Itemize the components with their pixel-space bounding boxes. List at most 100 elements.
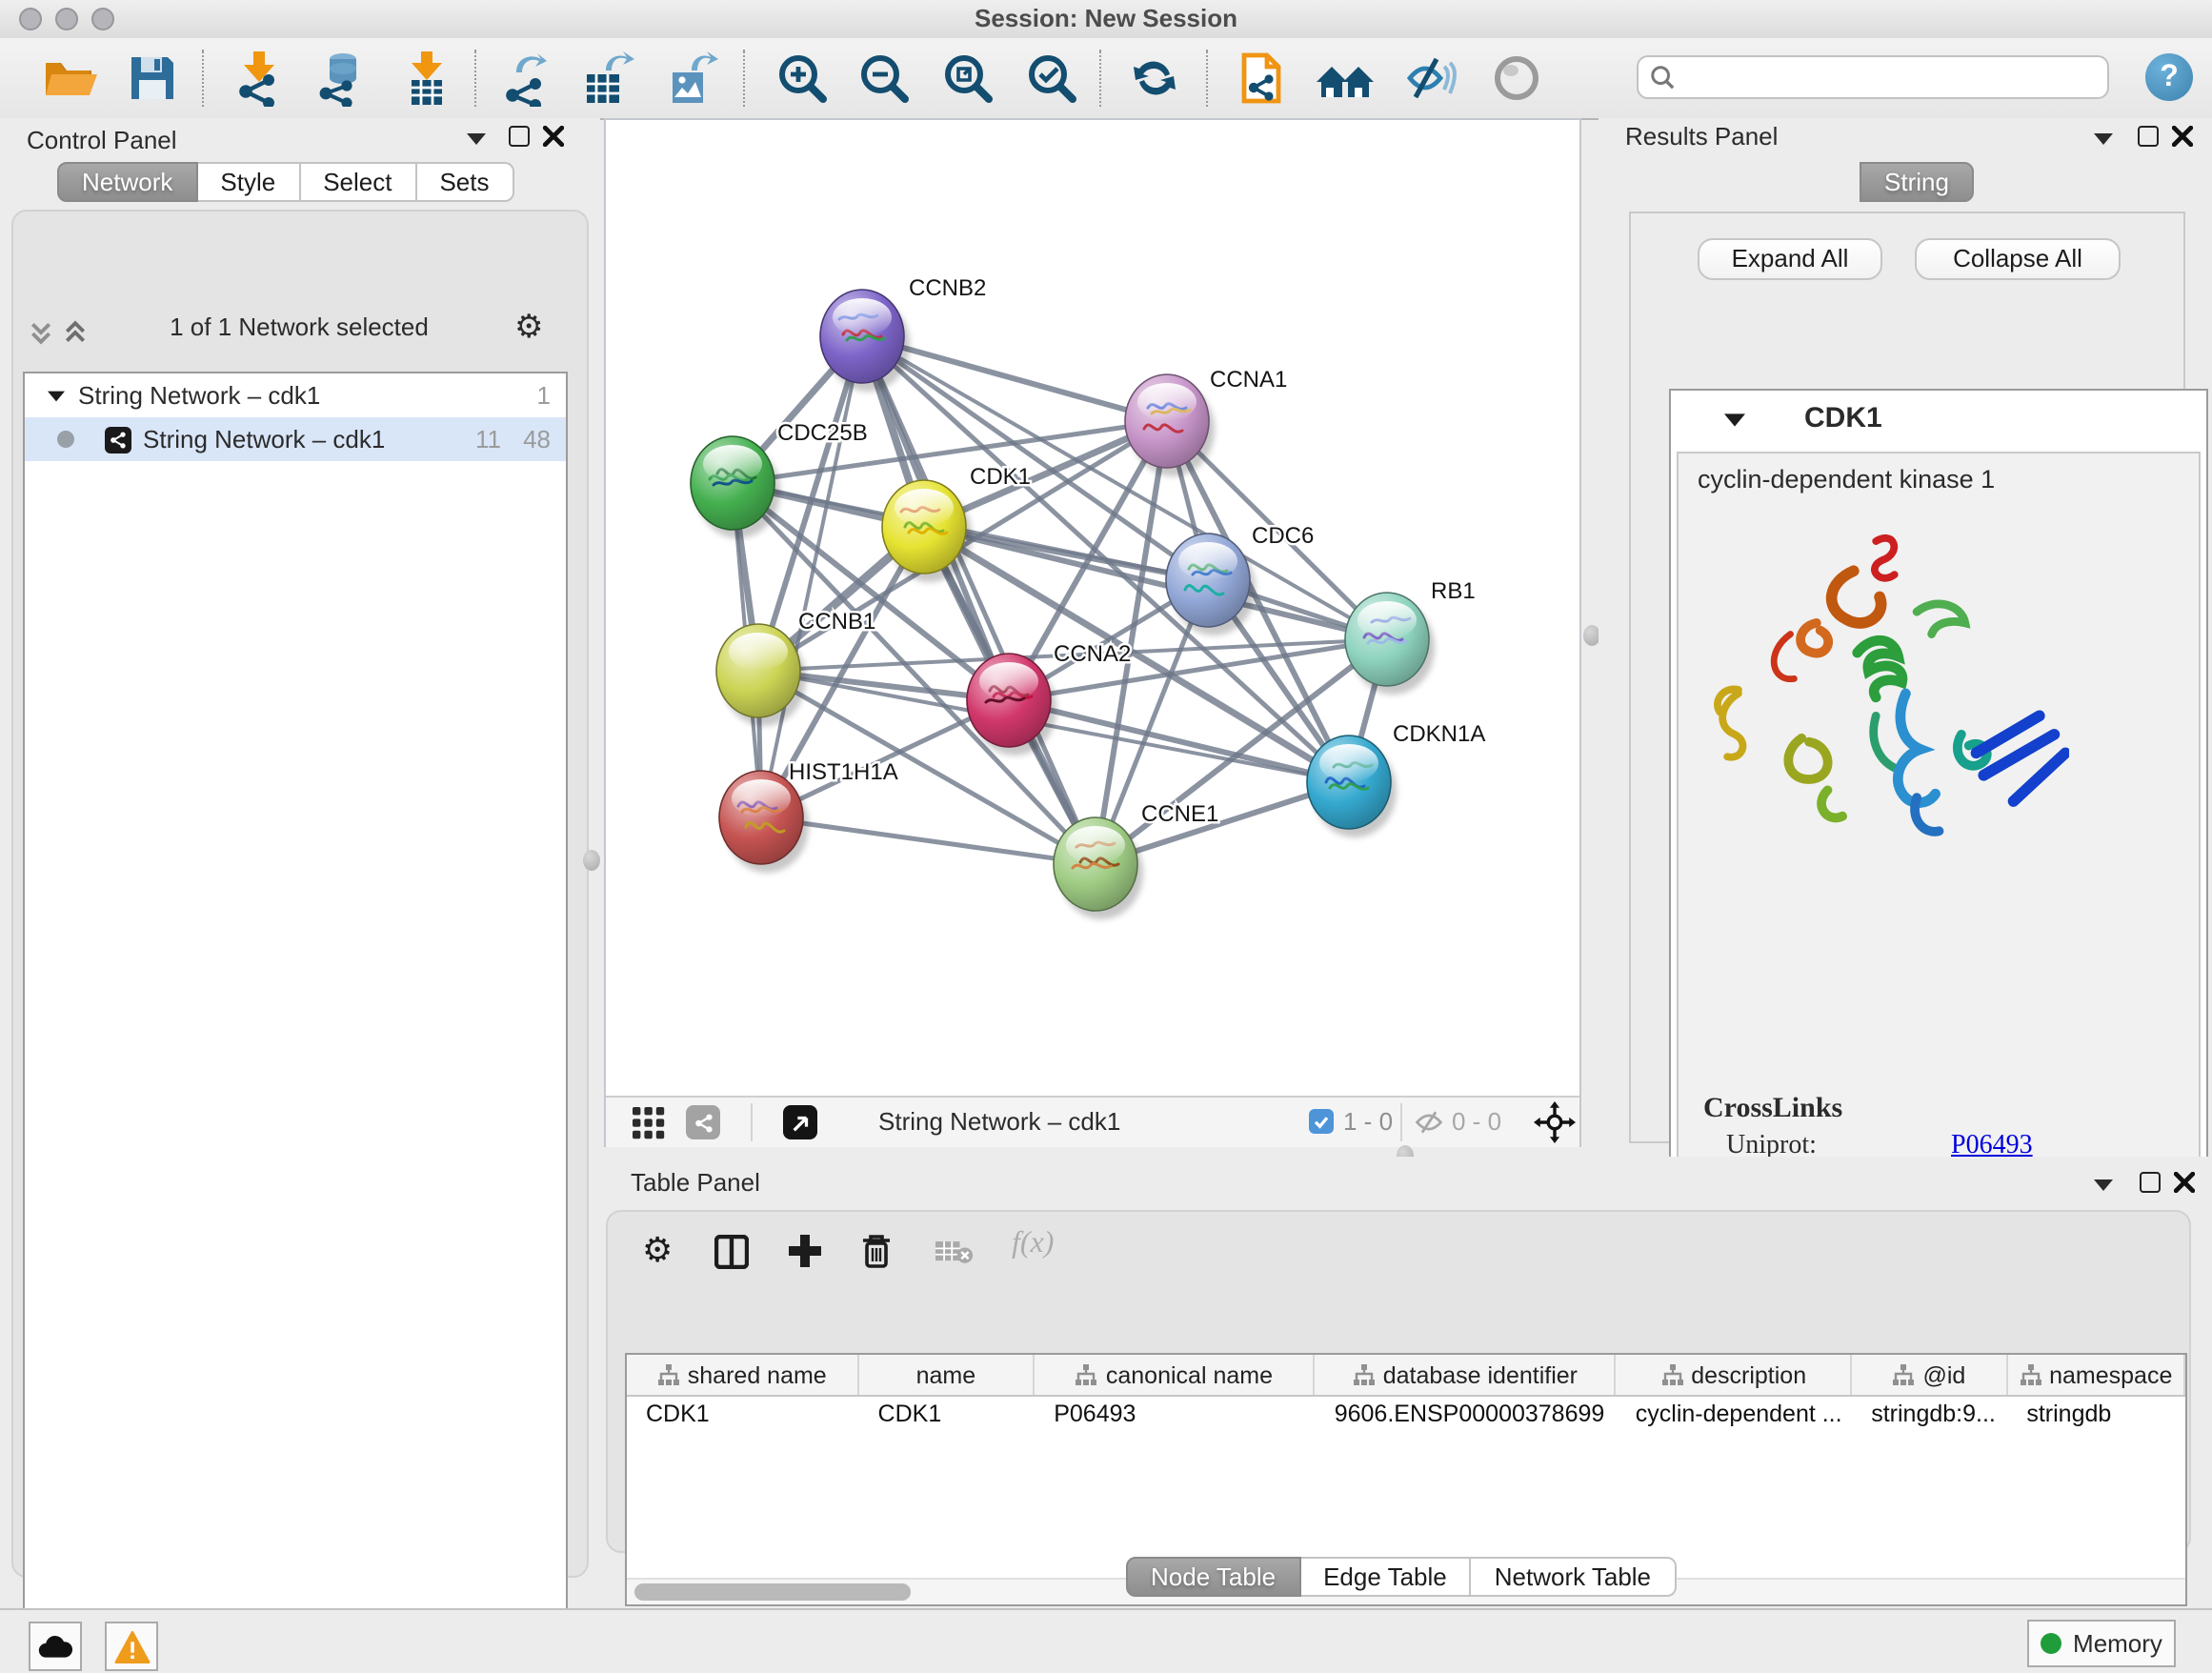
window-title: Session: New Session <box>0 0 2212 38</box>
import-network-file-button[interactable] <box>227 46 292 111</box>
memory-button[interactable]: Memory <box>2027 1620 2176 1667</box>
network-collection-row[interactable]: String Network – cdk1 1 <box>25 373 566 417</box>
expand-all-icon[interactable] <box>63 320 88 345</box>
entry-body: cyclin-dependent kinase 1 <box>1677 452 2201 1185</box>
fit-crosshair-icon[interactable] <box>1534 1101 1576 1143</box>
float-panel-icon[interactable] <box>2140 1172 2161 1193</box>
column-header-namespace[interactable]: namespace <box>2007 1355 2185 1395</box>
network-node-CDK1[interactable]: CDK1 <box>882 464 1031 582</box>
table-row[interactable]: CDK1CDK1P064939606.ENSP00000378699cyclin… <box>627 1395 2185 1433</box>
tab-string[interactable]: String <box>1860 162 1974 202</box>
export-table-button[interactable] <box>575 46 640 111</box>
import-network-database-button[interactable] <box>309 46 373 111</box>
function-builder-icon: f(x) <box>1012 1227 1054 1261</box>
close-panel-icon[interactable] <box>2172 126 2193 147</box>
network-options-gear-icon[interactable]: ⚙ <box>514 309 544 347</box>
column-header-shared-name[interactable]: shared name <box>627 1355 859 1395</box>
import-table-icon <box>398 50 455 107</box>
tab-node-table[interactable]: Node Table <box>1126 1557 1300 1597</box>
network-edge-CCNB2-HIST1H1A[interactable] <box>761 336 862 817</box>
export-image-button[interactable] <box>659 46 724 111</box>
control-panel: Control Panel Network Style Select Sets … <box>0 118 600 1608</box>
view-title: String Network – cdk1 <box>878 1107 1120 1136</box>
column-header-name[interactable]: name <box>859 1355 1036 1395</box>
left-splitter-handle[interactable] <box>583 850 600 871</box>
expand-all-button[interactable]: Expand All <box>1698 238 1882 280</box>
open-session-button[interactable] <box>36 46 101 111</box>
network-node-CCNE1[interactable]: CCNE1 <box>1054 801 1218 919</box>
tab-style[interactable]: Style <box>197 162 300 202</box>
panel-menu-icon[interactable] <box>2094 1179 2113 1191</box>
network-view-icon[interactable] <box>686 1105 720 1139</box>
table-cell[interactable]: cyclin-dependent ... <box>1617 1395 1852 1433</box>
zoom-window-icon[interactable] <box>91 8 114 30</box>
network-edge-HIST1H1A-CCNE1[interactable] <box>761 817 1096 864</box>
collapse-all-button[interactable]: Collapse All <box>1915 238 2121 280</box>
table-settings-gear-icon[interactable]: ⚙ <box>642 1231 673 1271</box>
zoom-out-button[interactable] <box>852 46 916 111</box>
delete-column-icon[interactable] <box>859 1233 894 1269</box>
tab-sets[interactable]: Sets <box>416 162 513 202</box>
export-network-button[interactable] <box>493 46 558 111</box>
close-window-icon[interactable] <box>19 8 42 30</box>
tab-network-table[interactable]: Network Table <box>1472 1557 1676 1597</box>
table-cell[interactable]: stringdb:9... <box>1852 1395 2007 1433</box>
table-cell[interactable]: stringdb <box>2007 1395 2185 1433</box>
table-cell[interactable]: CDK1 <box>859 1395 1036 1433</box>
network-node-RB1[interactable]: RB1 <box>1345 578 1476 695</box>
node-label-CCNA2: CCNA2 <box>1054 641 1131 667</box>
database-icon <box>312 50 370 107</box>
zoom-fit-button[interactable] <box>935 46 1000 111</box>
string-home-button[interactable] <box>1313 46 1377 111</box>
column-header--id[interactable]: @id <box>1852 1355 2007 1395</box>
panel-menu-icon[interactable] <box>2094 133 2113 145</box>
cloud-status-button[interactable] <box>29 1622 82 1671</box>
minimize-window-icon[interactable] <box>55 8 78 30</box>
save-session-button[interactable] <box>120 46 185 111</box>
control-panel-title: Control Panel <box>27 122 177 156</box>
collapse-all-icon[interactable] <box>29 320 53 345</box>
column-header-description[interactable]: description <box>1617 1355 1852 1395</box>
table-cell[interactable]: CDK1 <box>627 1395 859 1433</box>
add-column-icon[interactable] <box>787 1233 823 1269</box>
selection-count: 1 - 0 <box>1343 1107 1393 1136</box>
tree-expand-icon[interactable] <box>48 390 65 401</box>
network-document-button[interactable] <box>1229 46 1294 111</box>
show-columns-icon[interactable] <box>714 1235 749 1269</box>
network-canvas[interactable]: CCNB2CCNA1CDC25BCDK1CDC6RB1CCNB1CCNA2CDK… <box>606 120 1579 1096</box>
preview-eye-button[interactable] <box>1484 46 1549 111</box>
close-panel-icon[interactable] <box>543 126 564 147</box>
float-panel-icon[interactable] <box>2138 126 2159 147</box>
import-table-button[interactable] <box>394 46 459 111</box>
network-row-selected[interactable]: String Network – cdk1 11 48 <box>25 417 566 461</box>
node-label-CDC25B: CDC25B <box>777 420 868 446</box>
tab-select[interactable]: Select <box>300 162 416 202</box>
application-window: Session: New Session <box>0 0 2212 1671</box>
search-field[interactable] <box>1637 55 2109 99</box>
tab-edge-table[interactable]: Edge Table <box>1300 1557 1472 1597</box>
search-input[interactable] <box>1682 62 2107 92</box>
zoom-fit-icon <box>939 50 996 107</box>
tab-network[interactable]: Network <box>57 162 197 202</box>
close-panel-icon[interactable] <box>2174 1172 2195 1193</box>
warning-status-button[interactable] <box>105 1622 158 1671</box>
network-node-CDKN1A[interactable]: CDKN1A <box>1307 721 1485 837</box>
zoom-selected-button[interactable] <box>1019 46 1084 111</box>
float-panel-icon[interactable] <box>509 126 530 147</box>
network-node-HIST1H1A[interactable]: HIST1H1A <box>719 759 898 873</box>
table-cell[interactable]: 9606.ENSP00000378699 <box>1316 1395 1617 1433</box>
scrollbar-thumb[interactable] <box>634 1583 911 1601</box>
birds-eye-view-icon[interactable] <box>783 1105 817 1139</box>
column-header-database-identifier[interactable]: database identifier <box>1316 1355 1617 1395</box>
grid-view-icon[interactable] <box>633 1107 665 1139</box>
table-cell[interactable]: P06493 <box>1035 1395 1316 1433</box>
selected-checkbox-icon[interactable] <box>1309 1109 1334 1134</box>
collapse-entry-icon[interactable] <box>1724 413 1745 427</box>
panel-menu-icon[interactable] <box>467 133 486 145</box>
hide-show-graphics-button[interactable] <box>1397 46 1461 111</box>
column-label: @id <box>1923 1361 1966 1388</box>
zoom-in-button[interactable] <box>770 46 835 111</box>
column-header-canonical-name[interactable]: canonical name <box>1035 1355 1316 1395</box>
help-button[interactable]: ? <box>2145 53 2193 101</box>
apply-layout-button[interactable] <box>1122 46 1187 111</box>
